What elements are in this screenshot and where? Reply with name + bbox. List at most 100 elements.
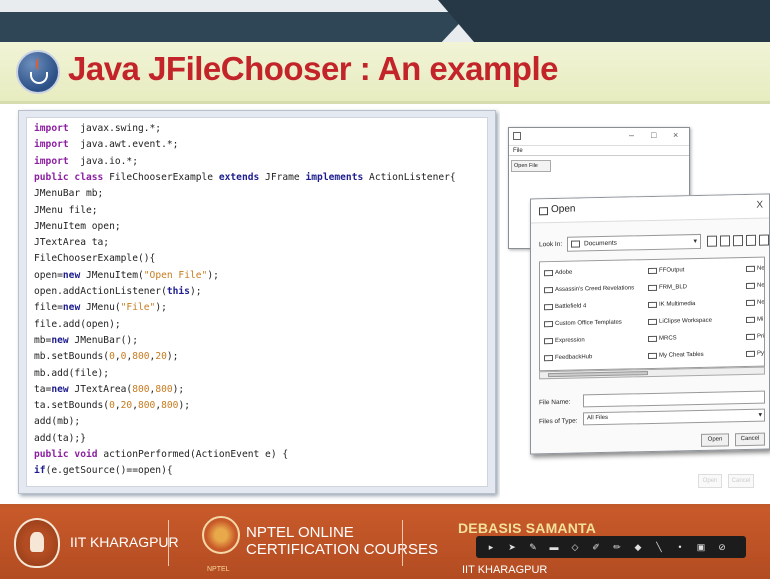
- code-token: 800: [155, 383, 173, 395]
- code-line: mb=new JMenuBar();: [34, 335, 138, 346]
- folder-item[interactable]: Ne: [746, 281, 765, 291]
- folder-item[interactable]: LiClipse Workspace: [648, 316, 712, 327]
- minimize-button[interactable]: –: [629, 130, 634, 140]
- folder-item[interactable]: Pyt: [746, 349, 765, 359]
- java-logo-icon: [16, 50, 60, 94]
- menu-file[interactable]: File: [509, 146, 689, 156]
- code-token: open=: [34, 269, 63, 281]
- highlighter-icon[interactable]: ▬: [549, 542, 559, 552]
- close-icon[interactable]: X: [756, 200, 763, 211]
- line-icon[interactable]: ╲: [654, 542, 664, 552]
- code-line: file.add(open);: [34, 319, 121, 330]
- footer-divider: [168, 520, 169, 566]
- code-token: 20: [120, 400, 133, 412]
- maximize-button[interactable]: □: [651, 130, 656, 140]
- up-folder-icon[interactable]: [707, 235, 717, 247]
- look-in-label: Look In:: [539, 240, 563, 249]
- look-in-select[interactable]: Documents ▾: [567, 233, 701, 252]
- folder-icon: [648, 352, 657, 360]
- folder-item[interactable]: Pri: [746, 332, 764, 342]
- file-list: Adobe Assassin's Creed Revelations Battlef…: [539, 256, 765, 372]
- presenter-affiliation: IIT KHARAGPUR: [462, 564, 548, 576]
- folder-item[interactable]: Mi: [746, 315, 763, 325]
- folder-icon: [648, 318, 657, 326]
- folder-item[interactable]: My Cheat Tables: [648, 350, 704, 361]
- code-token: mb.add(file);: [34, 367, 110, 379]
- code-line: open.addActionListener(this);: [34, 286, 202, 297]
- file-name-input[interactable]: [583, 390, 765, 408]
- code-token: );: [207, 269, 219, 281]
- pen-icon[interactable]: ✎: [528, 542, 538, 552]
- folder-item[interactable]: MRCS: [648, 333, 677, 344]
- folder-item[interactable]: Ne: [746, 264, 765, 274]
- folder-name: Ne: [757, 282, 765, 289]
- ghost-cancel-button: Cancel: [728, 474, 754, 488]
- folder-icon: [746, 316, 755, 323]
- code-token: new: [51, 334, 69, 346]
- scrollbar-thumb[interactable]: [548, 371, 648, 378]
- cancel-button[interactable]: Cancel: [735, 432, 765, 447]
- code-token: );: [166, 351, 179, 363]
- folder-item[interactable]: Expression: [544, 335, 585, 346]
- folder-icon: [571, 240, 580, 248]
- iit-logo-icon: [14, 518, 60, 568]
- folder-name: Ne: [757, 299, 765, 306]
- code-token: JMenu file;: [34, 204, 98, 216]
- code-line: import java.io.*;: [34, 156, 138, 167]
- pencil-icon[interactable]: ✏: [612, 542, 622, 552]
- java-window-icon: [539, 207, 548, 216]
- folder-item[interactable]: FeedbackHub: [544, 352, 592, 363]
- folder-icon: [746, 299, 755, 306]
- file-name-label: File Name:: [539, 398, 571, 407]
- list-view-icon[interactable]: [746, 234, 756, 246]
- files-of-type-value: All Files: [587, 414, 609, 422]
- code-token: import: [34, 139, 69, 151]
- code-token: JMenuItem open;: [34, 220, 121, 232]
- open-button[interactable]: Open: [701, 433, 729, 447]
- code-token: ta=: [34, 383, 52, 395]
- folder-icon: [544, 270, 553, 277]
- brush-icon[interactable]: ◆: [633, 542, 643, 552]
- folder-item[interactable]: Custom Office Templates: [544, 318, 622, 330]
- laser-icon[interactable]: •: [675, 542, 685, 552]
- folder-item[interactable]: Assassin's Creed Revelations: [544, 283, 634, 295]
- folder-item[interactable]: Ne: [746, 298, 765, 308]
- folder-name: MRCS: [659, 335, 677, 342]
- close-button[interactable]: ×: [673, 130, 678, 140]
- folder-name: My Cheat Tables: [659, 351, 704, 359]
- code-token: java.awt.event.*;: [68, 139, 179, 151]
- details-view-icon[interactable]: [759, 234, 769, 246]
- folder-item[interactable]: Adobe: [544, 268, 572, 279]
- folder-item[interactable]: Battlefield 4: [544, 301, 586, 312]
- chevron-down-icon: ▾: [693, 238, 697, 246]
- folder-icon: [746, 350, 755, 357]
- chevron-down-icon: ▾: [758, 411, 762, 419]
- screen-icon[interactable]: ▣: [696, 542, 706, 552]
- code-token: import: [34, 155, 69, 167]
- folder-item[interactable]: IK Multimedia: [648, 299, 695, 310]
- folder-name: Custom Office Templates: [555, 319, 622, 327]
- menu-item-open-file[interactable]: Open File: [511, 160, 551, 172]
- folder-item[interactable]: FFOutput: [648, 265, 684, 276]
- marker-icon[interactable]: ✐: [591, 542, 601, 552]
- folder-item[interactable]: FRM_BLD: [648, 282, 687, 293]
- folder-name: Pyt: [757, 350, 765, 357]
- arrow-icon[interactable]: ➤: [507, 542, 517, 552]
- code-token: file.add(open);: [34, 318, 121, 330]
- clear-icon[interactable]: ⊘: [717, 542, 727, 552]
- code-token: open.addActionListener(: [34, 286, 167, 297]
- code-token: FileChooserExample: [103, 171, 219, 183]
- files-of-type-select[interactable]: All Files ▾: [583, 408, 765, 426]
- code-token: this: [166, 286, 190, 297]
- code-token: JMenuBar();: [68, 334, 138, 346]
- code-line: mb.setBounds(0,0,800,20);: [34, 351, 178, 362]
- code-token: add(mb);: [34, 416, 81, 428]
- home-icon[interactable]: [720, 235, 730, 247]
- new-folder-icon[interactable]: [733, 235, 743, 247]
- code-token: ActionListener{: [363, 171, 456, 183]
- folder-icon: [544, 338, 553, 345]
- code-token: file=: [34, 302, 63, 314]
- java-window-icon: [513, 132, 521, 140]
- eraser-icon[interactable]: ◇: [570, 542, 580, 552]
- pointer-icon[interactable]: ▸: [486, 542, 496, 552]
